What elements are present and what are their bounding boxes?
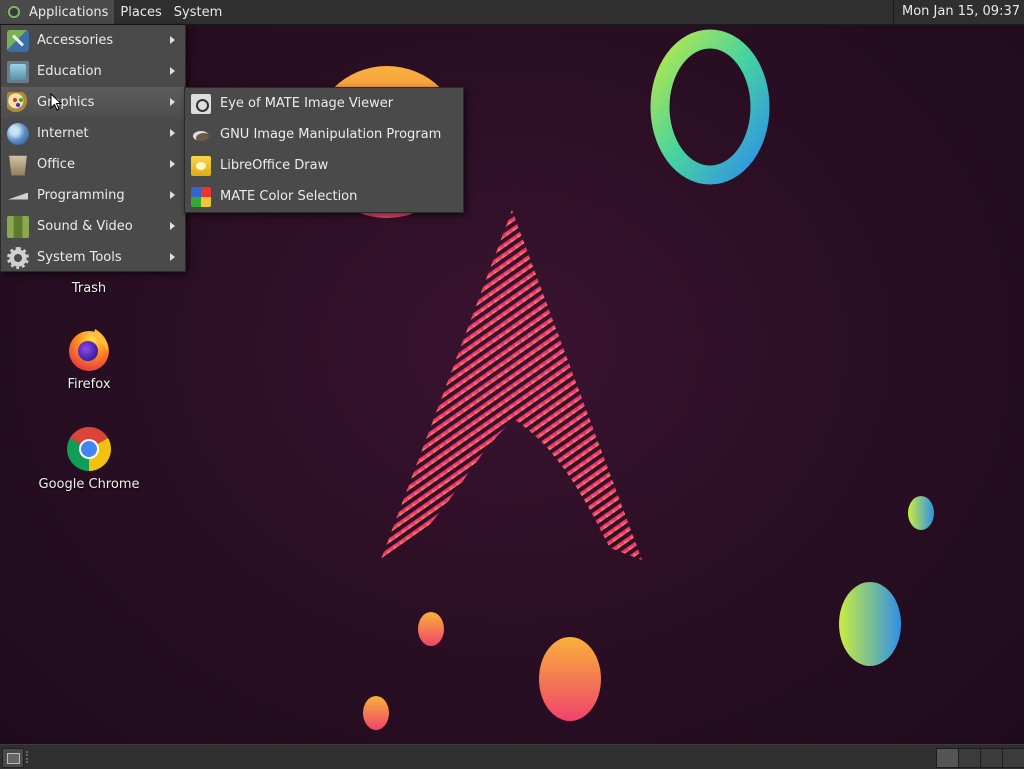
clock[interactable]: Mon Jan 15, 09:37 — [893, 0, 1024, 24]
workspace-2-button[interactable] — [958, 748, 981, 768]
graphics-icon — [7, 91, 29, 114]
bottom-panel — [0, 744, 1024, 769]
menu-item-label: Graphics — [37, 95, 95, 110]
menu-item-label: System Tools — [37, 250, 122, 265]
top-panel: Applications Places System Mon Jan 15, 0… — [0, 0, 1024, 25]
menu-item-label: Education — [37, 64, 102, 79]
submenu-item-libreoffice-draw[interactable]: LibreOffice Draw — [185, 150, 463, 181]
bubble-bottom — [539, 637, 601, 721]
bubble-mid-small — [418, 612, 444, 646]
mate-logo-icon — [6, 4, 22, 20]
graphics-submenu: Eye of MATE Image Viewer GNU Image Manip… — [184, 87, 464, 213]
places-label: Places — [120, 4, 162, 20]
submenu-arrow-icon — [170, 67, 175, 75]
system-tools-icon — [7, 246, 29, 269]
programming-icon — [7, 185, 29, 207]
trash-label: Trash — [71, 281, 107, 296]
menu-item-internet[interactable]: Internet — [1, 118, 185, 149]
menu-item-programming[interactable]: Programming — [1, 180, 185, 211]
submenu-arrow-icon — [170, 98, 175, 106]
menu-item-education[interactable]: Education — [1, 56, 185, 87]
menu-item-office[interactable]: Office — [1, 149, 185, 180]
menu-item-label: Sound & Video — [37, 219, 133, 234]
firefox-label: Firefox — [67, 377, 111, 392]
submenu-item-color-selection[interactable]: MATE Color Selection — [185, 181, 463, 212]
submenu-item-label: LibreOffice Draw — [220, 158, 329, 173]
panel-drag-handle[interactable] — [26, 751, 32, 763]
mouse-pointer-icon — [50, 93, 62, 111]
workspace-3-button[interactable] — [980, 748, 1003, 768]
bubble-bottom-small — [363, 696, 389, 730]
menu-item-label: Office — [37, 157, 75, 172]
submenu-item-label: MATE Color Selection — [220, 189, 358, 204]
menu-item-label: Programming — [37, 188, 125, 203]
bubble-small-right — [908, 496, 934, 530]
education-icon — [7, 60, 29, 83]
libreoffice-draw-icon — [191, 155, 211, 176]
places-menu-button[interactable]: Places — [114, 0, 167, 24]
accessories-icon — [7, 29, 29, 52]
arch-logo — [380, 210, 642, 562]
submenu-arrow-icon — [170, 160, 175, 168]
firefox-icon — [69, 329, 109, 371]
workspace-1-button[interactable] — [936, 748, 959, 768]
desktop-icon-firefox[interactable]: Firefox — [29, 325, 149, 392]
submenu-item-label: Eye of MATE Image Viewer — [220, 96, 394, 111]
show-desktop-button[interactable] — [2, 748, 24, 768]
applications-label: Applications — [29, 4, 109, 20]
submenu-item-image-viewer[interactable]: Eye of MATE Image Viewer — [185, 88, 463, 119]
menu-item-label: Internet — [37, 126, 89, 141]
system-menu-button[interactable]: System — [168, 0, 228, 24]
ring — [650, 29, 770, 185]
gimp-icon — [191, 125, 211, 145]
menu-item-label: Accessories — [37, 33, 114, 48]
office-icon — [9, 155, 27, 176]
workspace-4-button[interactable] — [1002, 748, 1024, 768]
chrome-icon — [67, 427, 111, 471]
desktop-icon-chrome[interactable]: Google Chrome — [29, 425, 149, 492]
image-viewer-icon — [191, 93, 211, 114]
submenu-arrow-icon — [170, 222, 175, 230]
submenu-arrow-icon — [170, 253, 175, 261]
desktop-icon-trash[interactable]: Trash — [29, 277, 149, 296]
menu-item-system-tools[interactable]: System Tools — [1, 242, 185, 273]
submenu-arrow-icon — [170, 191, 175, 199]
color-selection-icon — [191, 186, 211, 207]
applications-menu: Accessories Education Graphics Internet … — [0, 25, 186, 272]
menu-item-sound-video[interactable]: Sound & Video — [1, 211, 185, 242]
bubble-right — [839, 582, 901, 666]
chrome-label: Google Chrome — [38, 477, 140, 492]
system-label: System — [173, 4, 223, 20]
applications-menu-button[interactable]: Applications — [0, 0, 115, 24]
sound-video-icon — [7, 215, 29, 238]
submenu-item-label: GNU Image Manipulation Program — [220, 127, 442, 142]
submenu-arrow-icon — [170, 129, 175, 137]
internet-icon — [7, 122, 29, 145]
submenu-item-gimp[interactable]: GNU Image Manipulation Program — [185, 119, 463, 150]
submenu-arrow-icon — [170, 36, 175, 44]
menu-item-accessories[interactable]: Accessories — [1, 25, 185, 56]
menu-item-graphics[interactable]: Graphics — [1, 87, 185, 118]
